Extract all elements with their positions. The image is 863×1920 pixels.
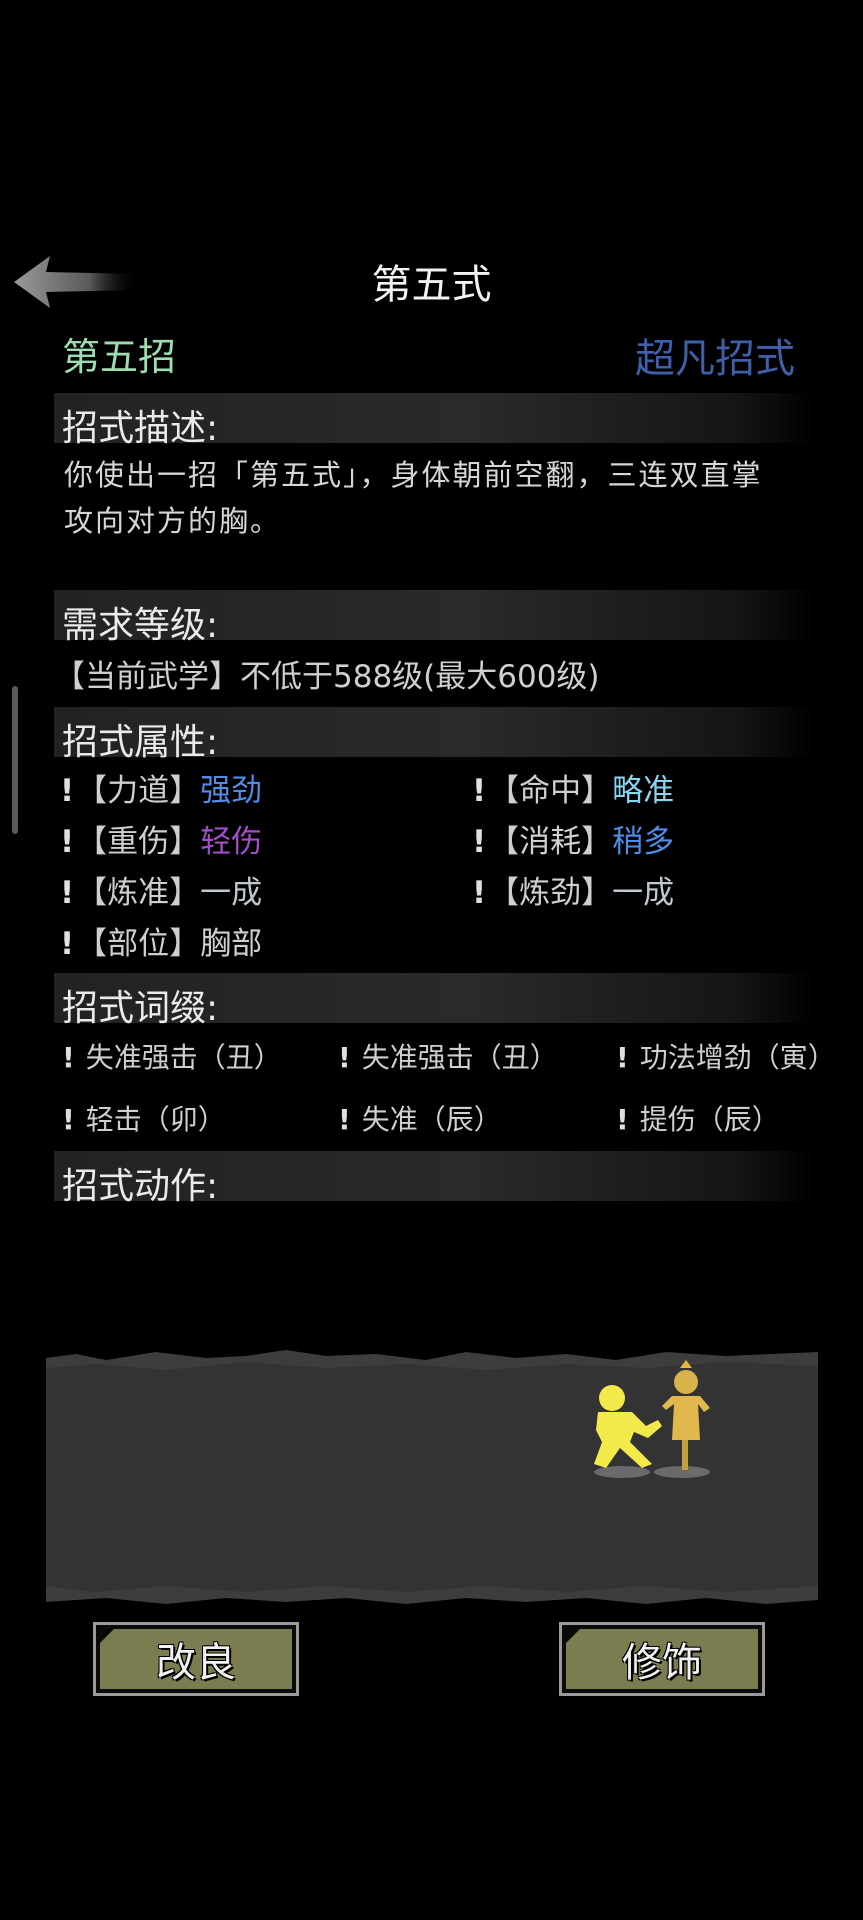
alert-icon: ! bbox=[60, 773, 75, 809]
alert-icon: ! bbox=[616, 1103, 629, 1136]
attr-injury: !【重伤】轻伤 bbox=[60, 824, 263, 860]
move-name: 第五招 bbox=[62, 335, 177, 379]
affix-item[interactable]: ! 失准强击（丑） bbox=[62, 1036, 282, 1076]
attr-strength: !【力道】强劲 bbox=[60, 773, 263, 809]
section-label: 招式词缀: bbox=[62, 988, 219, 1029]
decorate-button[interactable]: 修饰 bbox=[559, 1622, 765, 1696]
requirement-text: 【当前武学】不低于588级(最大600级) bbox=[54, 659, 600, 695]
section-header-attributes: 招式属性: bbox=[54, 707, 814, 763]
shadow bbox=[594, 1466, 650, 1478]
section-label: 招式动作: bbox=[62, 1166, 219, 1207]
alert-icon: ! bbox=[60, 824, 75, 860]
attr-accuracy: !【命中】略准 bbox=[472, 773, 675, 809]
move-grade: 超凡招式 bbox=[635, 336, 795, 382]
attr-cost: !【消耗】稍多 bbox=[472, 824, 675, 860]
alert-icon: ! bbox=[60, 926, 75, 962]
alert-icon: ! bbox=[472, 875, 487, 911]
page-title: 第五式 bbox=[371, 262, 492, 308]
section-header-affixes: 招式词缀: bbox=[54, 973, 814, 1029]
affix-item[interactable]: ! 失准（辰） bbox=[338, 1098, 502, 1138]
alert-icon: ! bbox=[60, 875, 75, 911]
affix-item[interactable]: ! 失准强击（丑） bbox=[338, 1036, 558, 1076]
attr-refine-power: !【炼劲】一成 bbox=[472, 875, 675, 911]
affix-item[interactable]: ! 轻击（卯） bbox=[62, 1098, 226, 1138]
section-label: 招式描述: bbox=[62, 408, 219, 449]
alert-icon: ! bbox=[338, 1041, 351, 1074]
alert-icon: ! bbox=[472, 773, 487, 809]
section-header-animation: 招式动作: bbox=[54, 1151, 814, 1207]
improve-button[interactable]: 改良 bbox=[93, 1622, 299, 1696]
scrollbar[interactable] bbox=[12, 686, 18, 834]
section-label: 招式属性: bbox=[62, 722, 219, 763]
affix-item[interactable]: ! 提伤（辰） bbox=[616, 1098, 780, 1138]
section-label: 需求等级: bbox=[62, 605, 219, 646]
alert-icon: ! bbox=[62, 1041, 75, 1074]
section-header-description: 招式描述: bbox=[54, 393, 814, 449]
alert-icon: ! bbox=[616, 1041, 629, 1074]
move-description: 你使出一招「第五式」，身体朝前空翻，三连双直掌攻向对方的胸。 bbox=[64, 458, 763, 538]
animation-stage bbox=[46, 1350, 818, 1604]
attr-refine-accuracy: !【炼准】一成 bbox=[60, 875, 263, 911]
alert-icon: ! bbox=[472, 824, 487, 860]
affix-item[interactable]: ! 功法增劲（寅） bbox=[616, 1036, 836, 1076]
alert-icon: ! bbox=[338, 1103, 351, 1136]
alert-icon: ! bbox=[62, 1103, 75, 1136]
attr-target: !【部位】胸部 bbox=[60, 926, 263, 962]
section-header-requirement: 需求等级: bbox=[54, 590, 814, 646]
